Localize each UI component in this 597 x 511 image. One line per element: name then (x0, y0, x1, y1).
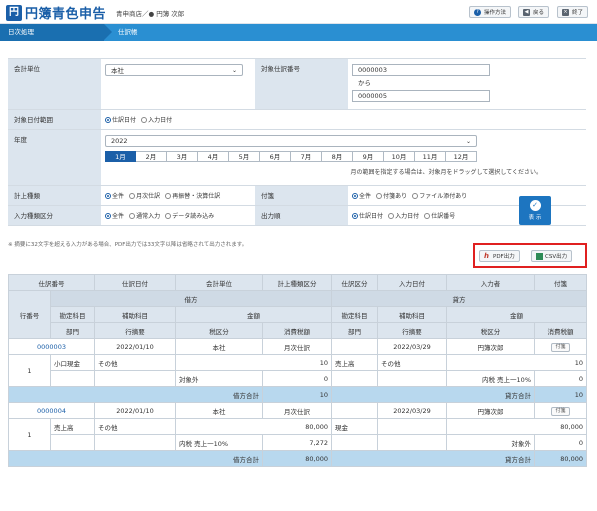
back-button[interactable]: ◀ 戻る (518, 6, 550, 18)
credit-header: 貸方 (331, 290, 587, 307)
table-row[interactable]: 0000004 2022/01/10 本社 月次仕訳 2022/03/29 円簿… (8, 402, 587, 419)
month-8[interactable]: 8月 (322, 151, 353, 162)
debit-header: 借方 (50, 290, 332, 307)
date-range-label: 対象日付範囲 (8, 110, 101, 129)
app-name: 円簿青色申告 (25, 7, 107, 22)
input-type-label: 入力種類区分 (8, 206, 101, 225)
radio-input-normal[interactable]: 通常入力 (129, 211, 160, 220)
posting-label: 計上種類 (8, 186, 101, 205)
journal-no-link[interactable]: 0000003 (8, 338, 95, 355)
month-selector: 1月 2月 3月 4月 5月 6月 7月 8月 9月 10月 11月 12月 (105, 151, 582, 162)
breadcrumb-journal: 仕訳帳 (118, 28, 138, 36)
breadcrumb: 日次処理 仕訳帳 (0, 24, 597, 41)
month-12[interactable]: 12月 (446, 151, 477, 162)
tag-button[interactable]: 付箋 (551, 342, 570, 352)
show-button[interactable]: ✓ 表 示 (519, 196, 551, 225)
year-label: 年度 (8, 130, 101, 185)
col-row-no: 行番号 (8, 290, 51, 339)
company-name: 青申商店／● 円簿 次郎 (116, 10, 185, 18)
total-row: 借方合計 80,000 貸方合計 80,000 (8, 450, 587, 467)
table-row: 1 小口現金 その他 10 売上高 その他 10 (8, 354, 587, 387)
tag-button[interactable]: 付箋 (551, 406, 570, 416)
month-7[interactable]: 7月 (291, 151, 322, 162)
journal-no-from-input[interactable]: 0000003 (352, 64, 490, 76)
month-3[interactable]: 3月 (167, 151, 198, 162)
back-arrow-icon: ◀ (523, 8, 530, 16)
month-4[interactable]: 4月 (198, 151, 229, 162)
pdf-export-button[interactable]: ℎ PDF出力 (479, 250, 520, 262)
radio-posting-all[interactable]: 全件 (105, 191, 124, 200)
month-hint: 月の範囲を指定する場合は、対象月をドラッグして選択してください。 (350, 169, 542, 176)
col-journal-date: 仕訳日付 (94, 274, 176, 291)
journal-no-to-input[interactable]: 0000005 (352, 90, 490, 102)
journal-no-label: 対象仕訳番号 (255, 59, 348, 109)
unit-label: 会計単位 (8, 59, 101, 109)
close-icon: × (562, 8, 569, 16)
col-tag: 付箋 (534, 274, 587, 291)
col-user: 入力者 (446, 274, 535, 291)
app-logo: 円 円簿青色申告 (6, 3, 106, 22)
chevron-down-icon: ⌄ (231, 66, 237, 74)
radio-attach-file[interactable]: ファイル添付あり (412, 191, 467, 200)
close-button[interactable]: × 終了 (557, 6, 589, 18)
radio-order-journal-date[interactable]: 仕訳日付 (352, 211, 383, 220)
col-journal-type: 仕訳区分 (331, 274, 378, 291)
breadcrumb-daily[interactable]: 日次処理 (0, 24, 112, 41)
table-header-row: 仕訳番号 仕訳日付 会計単位 計上種類区分 仕訳区分 入力日付 入力者 付箋 (8, 274, 587, 291)
csv-export-button[interactable]: CSV出力 (531, 250, 573, 262)
month-11[interactable]: 11月 (415, 151, 446, 162)
unit-select[interactable]: 本社 ⌄ (105, 64, 243, 76)
month-10[interactable]: 10月 (384, 151, 415, 162)
year-select[interactable]: 2022 ⌄ (105, 135, 477, 147)
month-2[interactable]: 2月 (136, 151, 167, 162)
chevron-down-icon: ⌄ (465, 137, 471, 145)
radio-posting-closing[interactable]: 再振替・決算仕訳 (165, 191, 220, 200)
radio-order-input-date[interactable]: 入力日付 (388, 211, 419, 220)
export-highlight: ℎ PDF出力 CSV出力 (473, 243, 587, 268)
month-5[interactable]: 5月 (229, 151, 260, 162)
help-button[interactable]: ? 操作方法 (469, 6, 512, 18)
radio-journal-date[interactable]: 仕訳日付 (105, 115, 136, 124)
radio-posting-monthly[interactable]: 月次仕訳 (129, 191, 160, 200)
table-row: 1 売上高 その他 80,000 現金 80,000 (8, 418, 587, 451)
radio-attach-tag[interactable]: 付箋あり (376, 191, 407, 200)
table-row: 内税 売上一10% 7,272 対象外 0 (9, 434, 587, 451)
radio-input-all[interactable]: 全件 (105, 211, 124, 220)
app-header: 円 円簿青色申告 青申商店／● 円簿 次郎 ? 操作方法 ◀ 戻る × 終了 (0, 0, 597, 24)
pdf-note: ※ 摘要に32文字を超える入力がある場合、PDF出力では33文字以降は省略されて… (8, 242, 248, 248)
radio-input-import[interactable]: データ読み込み (165, 211, 214, 220)
journal-table: 仕訳番号 仕訳日付 会計単位 計上種類区分 仕訳区分 入力日付 入力者 付箋 行… (8, 274, 587, 467)
pdf-icon: ℎ (484, 251, 489, 260)
order-label: 出力順 (255, 206, 348, 225)
month-9[interactable]: 9月 (353, 151, 384, 162)
radio-input-date[interactable]: 入力日付 (141, 115, 172, 124)
table-row[interactable]: 0000003 2022/01/10 本社 月次仕訳 2022/03/29 円簿… (8, 338, 587, 355)
month-1[interactable]: 1月 (105, 151, 136, 162)
total-row: 借方合計 10 貸方合計 10 (8, 386, 587, 403)
attach-label: 付箋 (255, 186, 348, 205)
range-separator: から (358, 79, 371, 87)
csv-icon (536, 252, 543, 260)
radio-order-number[interactable]: 仕訳番号 (424, 211, 455, 220)
journal-no-link[interactable]: 0000004 (8, 402, 95, 419)
check-icon: ✓ (529, 200, 541, 211)
col-input-date: 入力日付 (377, 274, 447, 291)
col-unit: 会計単位 (175, 274, 263, 291)
col-posting: 計上種類区分 (262, 274, 332, 291)
search-form: 会計単位 本社 ⌄ 対象仕訳番号 0000003 から 0000005 対象日付範… (8, 58, 586, 226)
radio-attach-all[interactable]: 全件 (352, 191, 371, 200)
table-row: 対象外 0 内税 売上一10% 0 (9, 370, 587, 387)
question-icon: ? (474, 8, 481, 16)
col-journal-no: 仕訳番号 (8, 274, 95, 291)
logo-icon: 円 (6, 4, 22, 21)
month-6[interactable]: 6月 (260, 151, 291, 162)
